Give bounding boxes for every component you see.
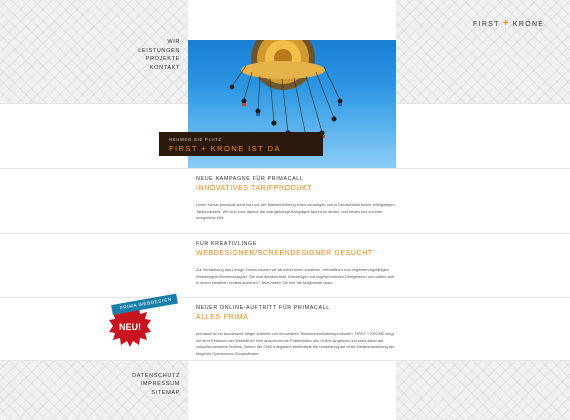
divider: [0, 360, 570, 361]
news-section-online-presence: NEUER ONLINE-AUFTRITT FÜR PRIMACALL ALLE…: [196, 305, 396, 357]
section-kicker: NEUER ONLINE-AUFTRITT FÜR PRIMACALL: [196, 305, 330, 311]
section-headline[interactable]: WEBDESIGNER/SCREENDESIGNER GESUCHT: [196, 250, 396, 257]
divider: [0, 233, 570, 234]
divider: [0, 297, 570, 298]
hero-banner[interactable]: NEHMEN SIE PLATZ FIRST + KRONE IST DA: [159, 132, 323, 156]
logo-text-krone: KRONE: [512, 21, 545, 28]
footer-link-sitemap[interactable]: SITEMAP: [132, 389, 180, 397]
section-headline[interactable]: ALLES PRIMA: [196, 314, 396, 321]
footer-link-impressum[interactable]: IMPRESSUM: [132, 380, 180, 388]
news-section-primacall-campaign: NEUE KAMPAGNE FÜR PRIMACALL INNOVATIVES …: [196, 176, 396, 222]
nav-item-leistungen[interactable]: LEISTUNGEN: [138, 47, 180, 56]
nav-item-projekte[interactable]: PROJEKTE: [138, 55, 180, 64]
section-kicker: NEUE KAMPAGNE FÜR PRIMACALL: [196, 176, 304, 182]
section-body: Unser Kunde primacall steht kurz vor der…: [196, 202, 395, 221]
news-section-job-offer: FÜR KREATIVLINGE WEBDESIGNER/SCREENDESIG…: [196, 241, 396, 287]
footer-link-datenschutz[interactable]: DATENSCHUTZ: [132, 372, 180, 380]
banner-title: FIRST + KRONE IST DA: [169, 144, 281, 153]
section-body: primacall ist ein bundesweit tätiger Anb…: [196, 331, 395, 356]
brand-logo[interactable]: FIRST + KRONE: [473, 18, 544, 29]
banner-subtitle: NEHMEN SIE PLATZ: [169, 137, 222, 142]
section-body: Zur Verstärkung des Design-Teams suchen …: [196, 267, 395, 286]
logo-text-first: FIRST: [473, 21, 500, 28]
logo-plus: +: [502, 18, 510, 29]
pattern-background-right-top: [396, 0, 570, 103]
main-navigation: WIR LEISTUNGEN PROJEKTE KONTAKT: [138, 38, 180, 72]
pattern-background-right-bottom: [396, 360, 570, 420]
section-headline[interactable]: INNOVATIVES TARIFPRODUKT: [196, 185, 396, 192]
divider: [0, 168, 570, 169]
footer-navigation: DATENSCHUTZ IMPRESSUM SITEMAP: [132, 372, 180, 397]
badge-label: NEU!: [119, 322, 141, 332]
header-white-area: [188, 0, 396, 40]
nav-item-kontakt[interactable]: KONTAKT: [138, 64, 180, 73]
nav-item-wir[interactable]: WIR: [138, 38, 180, 47]
badge-ribbon-text: PRIMA WEBDESIGN: [119, 296, 173, 311]
section-kicker: FÜR KREATIVLINGE: [196, 241, 258, 247]
